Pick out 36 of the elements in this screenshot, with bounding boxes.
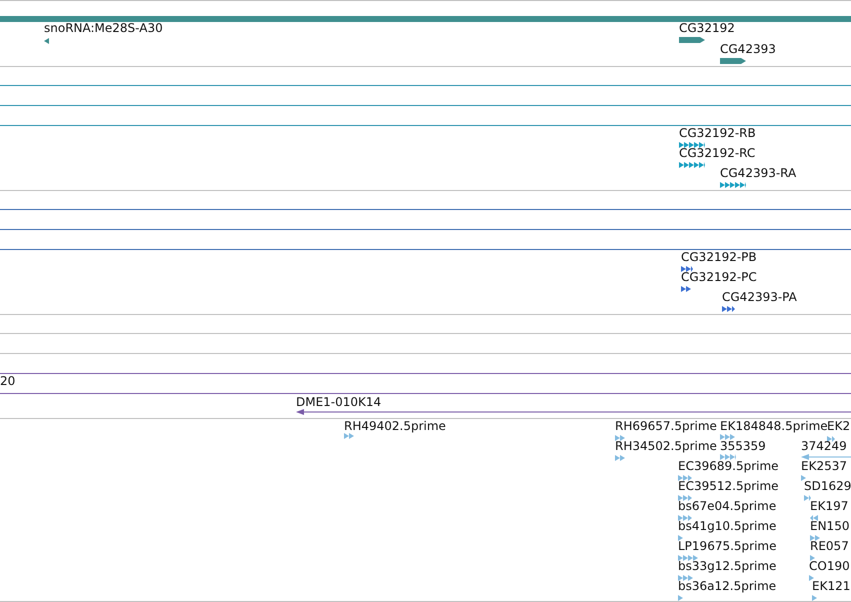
feature-label: EK2537 xyxy=(801,459,847,473)
feature-label: CG32192 xyxy=(679,21,735,35)
feature-label: 20 xyxy=(0,374,16,388)
feature-label: CG42393-RA xyxy=(720,166,796,180)
feature-label: CG32192-RC xyxy=(679,146,756,160)
feature-label: SD1629 xyxy=(804,479,851,493)
feature-label: bs36a12.5prime xyxy=(678,579,776,593)
feature-label: CO190 xyxy=(809,559,850,573)
feature-label: 355359 xyxy=(720,439,766,453)
feature-label: EC39512.5prime xyxy=(678,479,779,493)
feature-label: bs33g12.5prime xyxy=(678,559,776,573)
feature-label: bs67e04.5prime xyxy=(678,499,776,513)
feature-label: EK197 xyxy=(810,499,848,513)
feature-label: CG32192-PB xyxy=(681,250,757,264)
feature-label: EN150 xyxy=(810,519,850,533)
feature-label: RH49402.5prime xyxy=(344,419,446,433)
feature-label: EK121 xyxy=(812,579,850,593)
feature-glyph-icon[interactable] xyxy=(827,436,835,442)
feature-label: EK2 xyxy=(827,419,850,433)
feature-label: DME1-010K14 xyxy=(296,395,382,409)
feature-label: CG42393 xyxy=(720,42,776,56)
feature-label: 374249 xyxy=(801,439,847,453)
feature-label: snoRNA:Me28S-A30 xyxy=(44,21,163,35)
feature-label: RH34502.5prime xyxy=(615,439,717,453)
feature-label: EK184848.5prime xyxy=(720,419,828,433)
feature-label: RH69657.5prime xyxy=(615,419,717,433)
feature-glyph-icon[interactable] xyxy=(722,306,735,312)
feature-label: CG32192-PC xyxy=(681,270,757,284)
feature-glyph-icon[interactable] xyxy=(681,286,691,292)
feature-label: bs41g10.5prime xyxy=(678,519,776,533)
feature-label: EC39689.5prime xyxy=(678,459,779,473)
feature-label: CG42393-PA xyxy=(722,290,797,304)
feature-glyph-icon[interactable] xyxy=(681,266,693,272)
feature-label: LP19675.5prime xyxy=(678,539,777,553)
feature-label: RE057 xyxy=(810,539,849,553)
feature-label: CG32192-RB xyxy=(679,126,756,140)
